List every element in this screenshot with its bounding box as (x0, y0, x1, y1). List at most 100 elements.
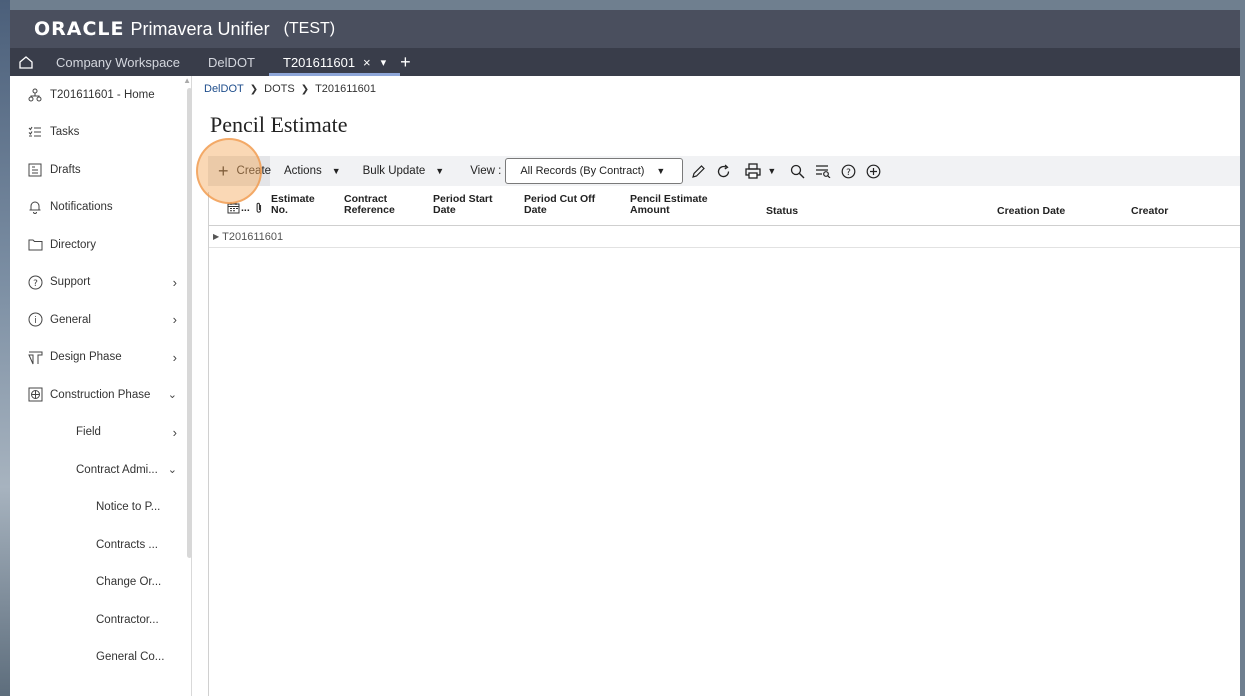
drafts-icon (26, 163, 44, 177)
expand-triangle-icon[interactable]: ▶ (213, 232, 219, 241)
add-tab-icon[interactable]: + (400, 52, 411, 73)
sidebar-item-field[interactable]: Field › (10, 414, 191, 452)
column-line2: No. (271, 204, 288, 216)
help-icon[interactable]: ? (841, 164, 856, 179)
column-status[interactable]: Status (766, 206, 798, 217)
view-select-value: All Records (By Contract) (520, 165, 645, 177)
print-icon[interactable] (745, 163, 761, 179)
help-circle-icon: ? (26, 275, 44, 290)
sidebar-item-label: Directory (50, 238, 97, 251)
sidebar-item-support[interactable]: ? Support › (10, 264, 191, 302)
sidebar-item-label: Contractor... (96, 613, 159, 626)
column-pencil-estimate-amount[interactable]: Pencil Estimate Amount (630, 194, 708, 216)
actions-menu-button[interactable]: Actions ▼ (284, 165, 341, 177)
bulk-update-button[interactable]: Bulk Update ▼ (363, 165, 445, 177)
icon-column-ellipsis: ... (241, 202, 250, 214)
sidebar-item-contracts[interactable]: Contracts ... (10, 526, 191, 564)
column-line2: Date (433, 204, 456, 216)
sidebar-item-change-orders[interactable]: Change Or... (10, 564, 191, 602)
column-line2: Date (524, 204, 547, 216)
sidebar-item-construction-phase[interactable]: Construction Phase ⌄ (10, 376, 191, 414)
create-button[interactable]: + Create (208, 156, 272, 186)
sidebar-item-contract-admin[interactable]: Contract Admi... ⌄ (10, 451, 191, 489)
page-title: Pencil Estimate (210, 112, 348, 137)
column-contract-reference[interactable]: Contract Reference (344, 194, 395, 216)
tab-deldot[interactable]: DelDOT (194, 48, 269, 76)
sidebar-item-label: Notice to P... (96, 501, 161, 514)
refresh-icon[interactable] (716, 164, 731, 179)
create-label: Create (236, 165, 272, 177)
search-icon[interactable] (790, 164, 805, 179)
grid-header: ... Estimate No. Contract Reference Peri… (209, 192, 1240, 226)
sidebar-item-label: Design Phase (50, 351, 122, 364)
breadcrumb-separator-icon: ❯ (249, 83, 259, 95)
breadcrumb: DelDOT ❯ DOTS ❯ T201611601 (192, 76, 1240, 102)
actions-label: Actions (284, 165, 322, 177)
sidebar-item-home[interactable]: T201611601 - Home (10, 76, 191, 114)
pipe-icon (26, 350, 44, 365)
project-tree-icon (26, 88, 44, 102)
bell-icon (26, 200, 44, 215)
app-window: ORACLE Primavera Unifier (TEST) Company … (10, 10, 1240, 696)
bulk-update-label: Bulk Update (362, 165, 426, 177)
sidebar-item-general[interactable]: i General › (10, 301, 191, 339)
chevron-right-icon: › (172, 312, 177, 328)
tab-project[interactable]: T201611601 × ▾ (269, 48, 401, 76)
sidebar-item-label: Notifications (50, 201, 113, 214)
sidebar-item-notifications[interactable]: Notifications (10, 189, 191, 227)
svg-text:?: ? (846, 168, 851, 178)
edit-pencil-icon[interactable] (691, 164, 706, 179)
sidebar-item-label: Drafts (50, 163, 81, 176)
group-label: T201611601 (222, 230, 284, 243)
breadcrumb-deldot[interactable]: DelDOT (204, 83, 244, 95)
chevron-right-icon: › (172, 274, 177, 290)
column-estimate-no[interactable]: Estimate No. (271, 194, 315, 216)
sidebar-item-design-phase[interactable]: Design Phase › (10, 339, 191, 377)
sidebar-item-label: Support (50, 276, 91, 289)
column-creator[interactable]: Creator (1131, 206, 1168, 217)
column-creation-date[interactable]: Creation Date (997, 206, 1065, 217)
sidebar-item-drafts[interactable]: Drafts (10, 151, 191, 189)
tasks-icon (26, 126, 44, 138)
sidebar-item-label: General Co... (96, 651, 165, 664)
navigator-sidebar: T201611601 - Home Tasks Drafts Notificat… (10, 76, 192, 696)
print-options-caret-icon[interactable]: ▼ (767, 166, 776, 176)
sidebar-item-general-co[interactable]: General Co... (10, 639, 191, 677)
column-period-start-date[interactable]: Period Start Date (433, 194, 493, 216)
chevron-down-icon[interactable]: ▾ (381, 56, 387, 69)
sidebar-item-label: Construction Phase (50, 388, 151, 401)
home-tab[interactable] (10, 55, 42, 69)
chevron-down-icon: ⌄ (167, 389, 177, 402)
scroll-up-arrow[interactable]: ▲ (183, 76, 191, 85)
attachment-icon[interactable] (255, 202, 263, 217)
sidebar-item-notice-to-proceed[interactable]: Notice to P... (10, 489, 191, 527)
close-tab-icon[interactable]: × (363, 55, 371, 70)
sidebar-item-label: Contract Admi... (76, 463, 158, 476)
svg-text:?: ? (33, 279, 38, 289)
calendar-icon[interactable] (227, 202, 240, 217)
tab-bar: Company Workspace DelDOT T201611601 × ▾ … (10, 48, 1240, 76)
view-select[interactable]: All Records (By Contract) ▼ (505, 158, 684, 184)
breadcrumb-dots[interactable]: DOTS (264, 83, 295, 95)
sidebar-item-label: Field (76, 426, 101, 439)
column-line2: Reference (344, 204, 395, 216)
svg-text:i: i (34, 316, 37, 326)
sidebar-item-tasks[interactable]: Tasks (10, 114, 191, 152)
caret-down-icon: ▼ (435, 166, 445, 176)
tab-company-workspace[interactable]: Company Workspace (42, 48, 194, 76)
folder-icon (26, 238, 44, 251)
sidebar-item-label: Contracts ... (96, 538, 158, 551)
plus-icon: + (218, 161, 229, 181)
background-edge (0, 0, 10, 696)
column-period-cut-off-date[interactable]: Period Cut Off Date (524, 194, 595, 216)
grid-group-row[interactable]: ▶ T201611601 (209, 226, 1240, 248)
construction-icon (26, 387, 44, 402)
sidebar-item-contractor[interactable]: Contractor... (10, 601, 191, 639)
home-icon (19, 55, 33, 69)
find-on-page-icon[interactable] (815, 164, 831, 178)
sidebar-item-label: General (50, 313, 91, 326)
chevron-right-icon: › (172, 349, 177, 365)
add-circle-icon[interactable] (866, 164, 881, 179)
sidebar-item-label: T201611601 - Home (50, 88, 155, 101)
sidebar-item-directory[interactable]: Directory (10, 226, 191, 264)
